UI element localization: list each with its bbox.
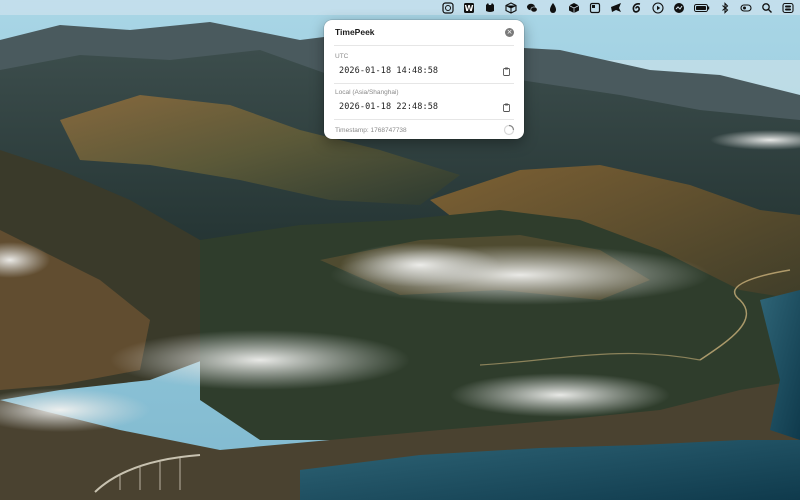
- utc-label: UTC: [335, 53, 349, 60]
- w-app-icon[interactable]: W: [463, 2, 475, 14]
- local-time-value: 2026-01-18 22:48:58: [339, 102, 439, 112]
- clipboard-icon[interactable]: [502, 103, 511, 112]
- vpn-icon[interactable]: [740, 2, 752, 14]
- dashboard-icon[interactable]: [673, 2, 685, 14]
- bluetooth-icon[interactable]: [719, 1, 731, 14]
- divider: [334, 45, 514, 46]
- cat-app-icon[interactable]: [484, 2, 496, 14]
- wechat-icon[interactable]: [526, 2, 538, 14]
- window-icon[interactable]: [589, 2, 601, 14]
- battery-icon[interactable]: [694, 2, 710, 14]
- bird-app-icon[interactable]: [610, 2, 622, 14]
- box-icon[interactable]: [505, 1, 517, 14]
- timepeek-clock-icon[interactable]: [442, 1, 454, 14]
- spinner-icon[interactable]: [503, 124, 515, 136]
- clipboard-icon[interactable]: [502, 67, 511, 76]
- utc-time-value: 2026-01-18 14:48:58: [339, 66, 439, 76]
- search-icon[interactable]: [761, 2, 773, 14]
- divider: [334, 119, 514, 120]
- popover-title: TimePeek: [335, 27, 375, 37]
- close-icon[interactable]: ×: [505, 28, 514, 37]
- menu-bar: W: [0, 0, 800, 15]
- local-label: Local (Asia/Shanghai): [335, 89, 399, 96]
- control-center-icon[interactable]: [782, 2, 794, 14]
- unix-timestamp: Timestamp: 1768747738: [335, 127, 407, 134]
- drop-icon[interactable]: [547, 2, 559, 14]
- timepeek-popover: TimePeek × UTC 2026-01-18 14:48:58 Local…: [324, 20, 524, 139]
- svg-text:W: W: [465, 4, 474, 13]
- play-icon[interactable]: [652, 1, 664, 14]
- cube-icon[interactable]: [568, 2, 580, 14]
- swirl-app-icon[interactable]: [631, 2, 643, 14]
- divider: [334, 83, 514, 84]
